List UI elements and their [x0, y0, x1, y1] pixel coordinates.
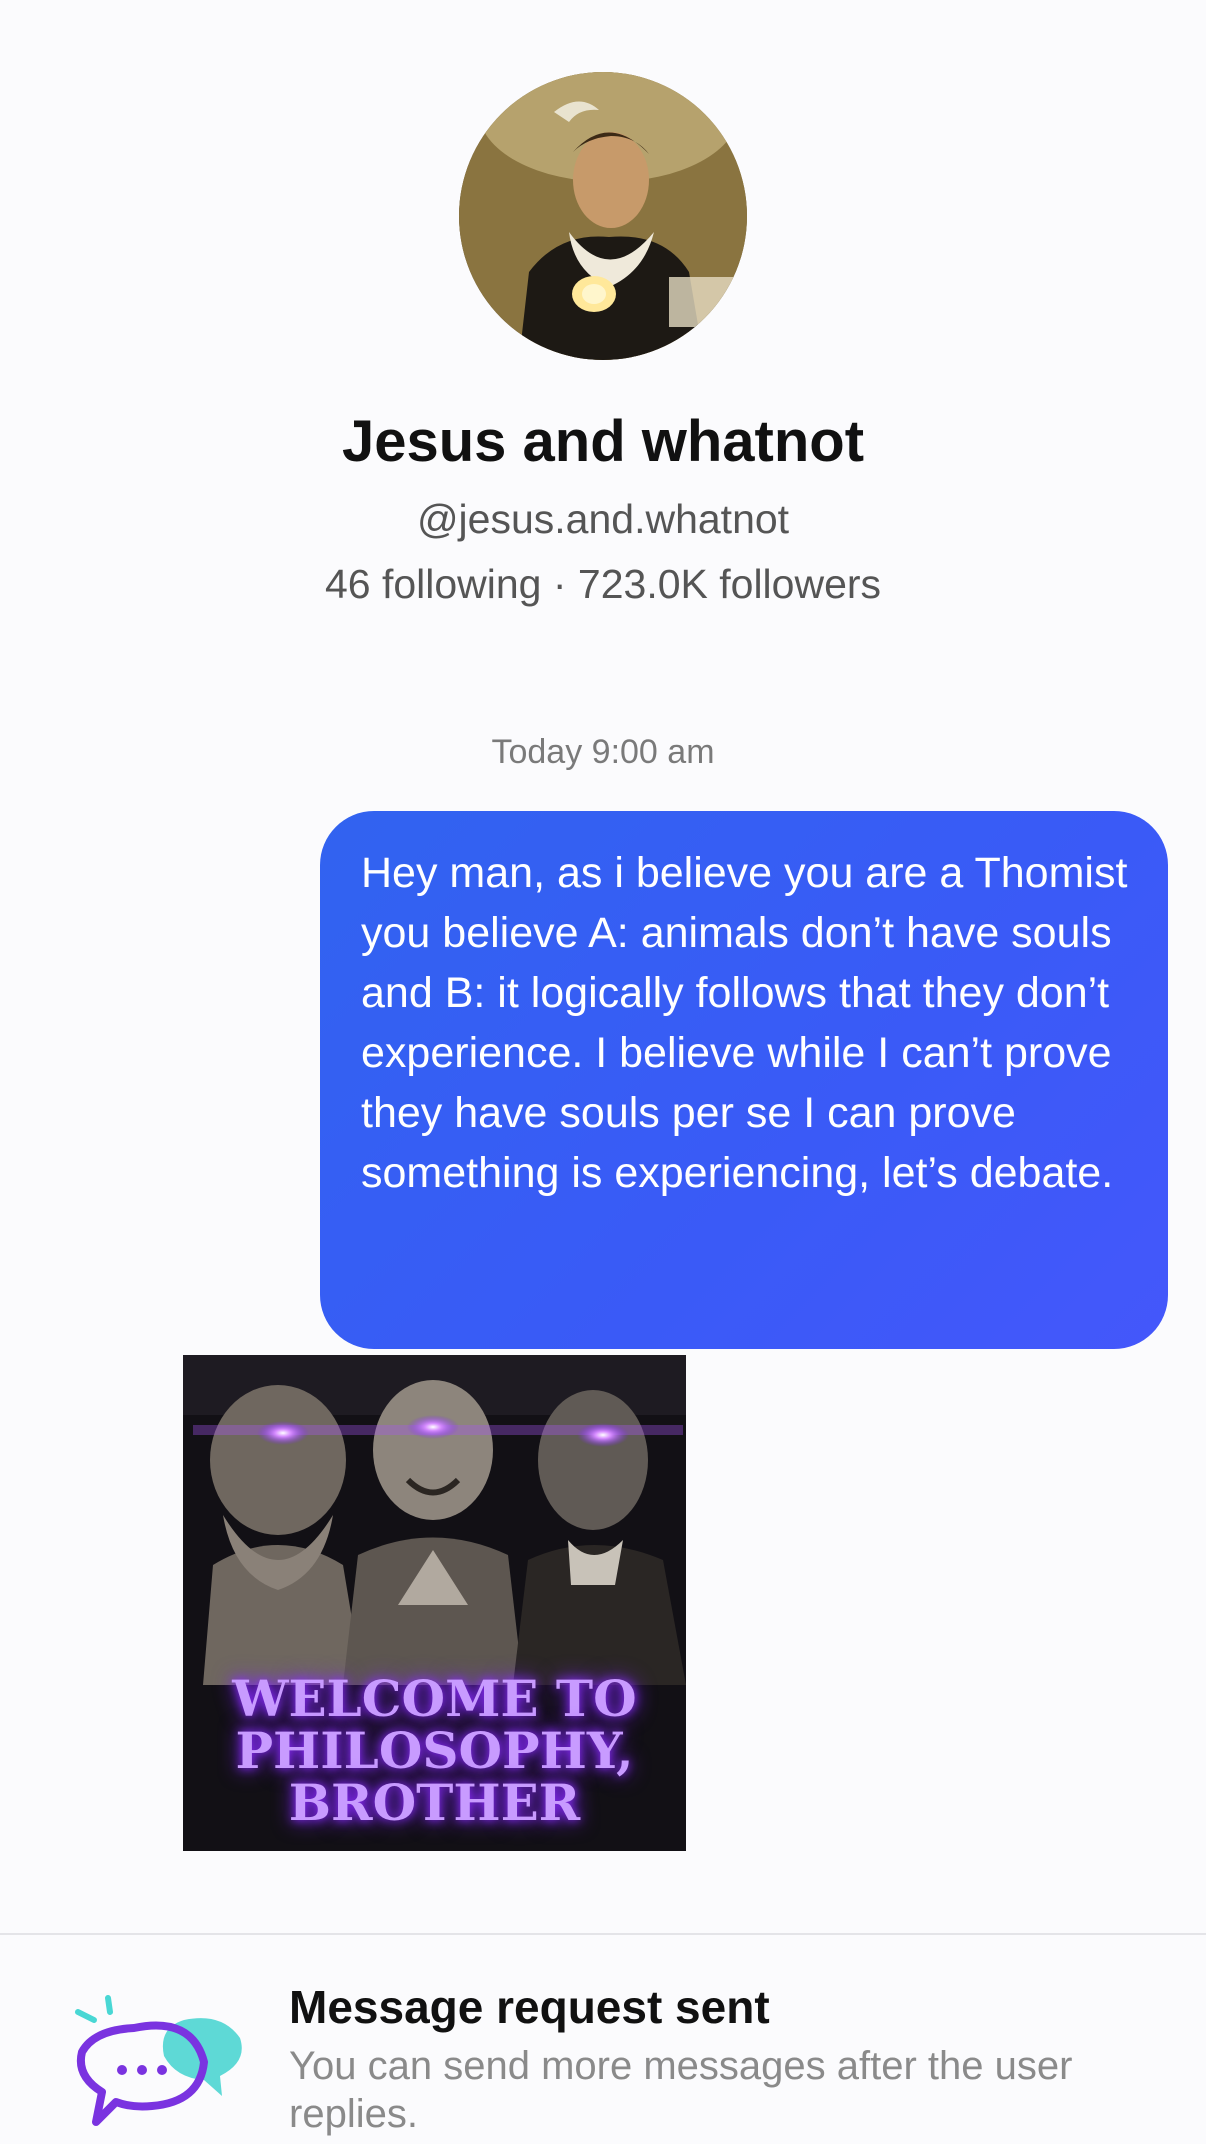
message-timestamp: Today 9:00 am	[491, 733, 715, 771]
profile-name: Jesus and whatnot	[341, 409, 865, 474]
profile-stats: 46 following · 723.0K followers	[324, 561, 882, 607]
request-title: Message request sent	[289, 1981, 770, 2033]
meme-caption: WELCOME TO PHILOSOPHY, BROTHER	[232, 1669, 637, 1832]
message-text: Hey man, as i believe you are a Thomist …	[361, 849, 1128, 1197]
profile-header: Jesus and whatnot @jesus.and.whatnot 46 …	[0, 0, 1206, 640]
meme-image[interactable]: WELCOME TO PHILOSOPHY, BROTHER	[183, 1355, 686, 1851]
chat-bubbles-icon	[72, 1992, 248, 2128]
avatar-portrait	[459, 72, 747, 360]
divider	[0, 1933, 1206, 1935]
avatar[interactable]	[459, 72, 747, 360]
request-subtitle: You can send more messages after the use…	[289, 2044, 1073, 2136]
profile-handle: @jesus.and.whatnot	[416, 496, 790, 542]
sent-message-bubble[interactable]: Hey man, as i believe you are a Thomist …	[320, 811, 1168, 1349]
